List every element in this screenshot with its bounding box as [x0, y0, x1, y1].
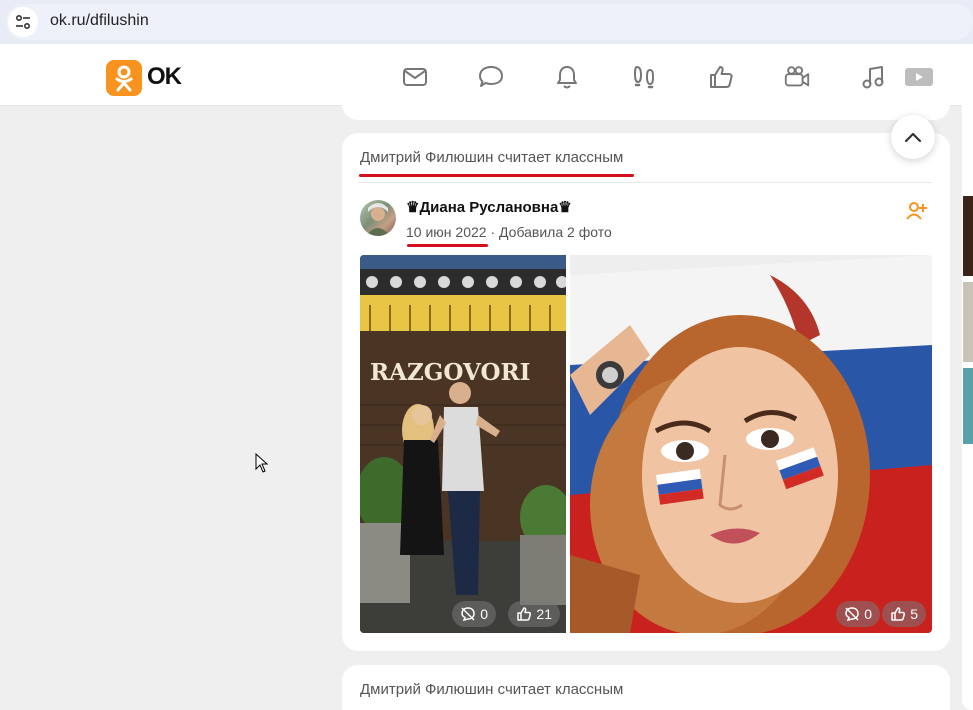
music-icon[interactable]: [859, 63, 887, 91]
meta-separator: ·: [490, 224, 496, 240]
card-header-text[interactable]: Дмитрий Филюшин считает классным: [360, 149, 623, 166]
right-panel-thumbnail[interactable]: [963, 282, 973, 362]
add-friend-icon[interactable]: [906, 200, 928, 222]
like-button[interactable]: 5: [882, 601, 926, 627]
comments-button[interactable]: 0: [452, 601, 496, 627]
feed-card: Дмитрий Филюшин считает классным: [342, 665, 950, 710]
thumb-up-icon: [891, 607, 906, 621]
browser-address-bar: ok.ru/dfilushin: [0, 0, 973, 44]
photo-sign-text: RAZGOVORI: [370, 359, 531, 386]
post-date[interactable]: 10 июн 2022: [406, 224, 487, 240]
right-panel-thumbnail[interactable]: [963, 368, 973, 444]
like-button[interactable]: 21: [508, 601, 560, 627]
like-icon[interactable]: [707, 63, 735, 91]
comment-off-icon: [461, 607, 475, 622]
scroll-top-button[interactable]: [891, 115, 935, 159]
comment-off-icon: [845, 607, 859, 622]
comments-count: 0: [480, 606, 488, 622]
card-divider: [358, 182, 932, 183]
mouse-cursor-icon: [255, 452, 269, 473]
chat-icon[interactable]: [477, 63, 505, 91]
post-photo[interactable]: 0 5: [570, 255, 932, 633]
site-info-icon[interactable]: [8, 7, 38, 37]
right-panel-thumbnail[interactable]: [963, 196, 973, 276]
annotation-underline: [407, 244, 488, 247]
guests-icon[interactable]: [630, 63, 658, 91]
post-photo[interactable]: RAZGOVORI 0 21: [360, 255, 566, 633]
video-camera-icon[interactable]: [783, 63, 811, 91]
post-meta: 10 июн 2022 · Добавила 2 фото: [406, 224, 612, 240]
likes-count: 5: [910, 606, 918, 622]
ok-logo-icon[interactable]: [106, 60, 142, 96]
logo-text[interactable]: OK: [147, 63, 182, 91]
author-avatar[interactable]: [360, 200, 396, 236]
address-field[interactable]: [6, 4, 973, 40]
mail-icon[interactable]: [401, 63, 429, 91]
post-action: Добавила 2 фото: [499, 224, 612, 240]
feed-card: Дмитрий Филюшин считает классным ♛Диана …: [342, 133, 950, 651]
card-header-text[interactable]: Дмитрий Филюшин считает классным: [360, 681, 623, 698]
url-text[interactable]: ok.ru/dfilushin: [50, 12, 149, 30]
author-name[interactable]: ♛Диана Руслановна♛: [406, 198, 572, 216]
previous-feed-card: [342, 96, 950, 120]
chevron-up-icon: [904, 132, 922, 143]
comments-button[interactable]: 0: [836, 601, 880, 627]
bell-icon[interactable]: [553, 63, 581, 91]
comments-count: 0: [864, 606, 872, 622]
thumb-up-icon: [517, 607, 532, 621]
annotation-underline: [359, 174, 634, 177]
likes-count: 21: [536, 606, 552, 622]
video-play-icon[interactable]: [904, 63, 934, 91]
